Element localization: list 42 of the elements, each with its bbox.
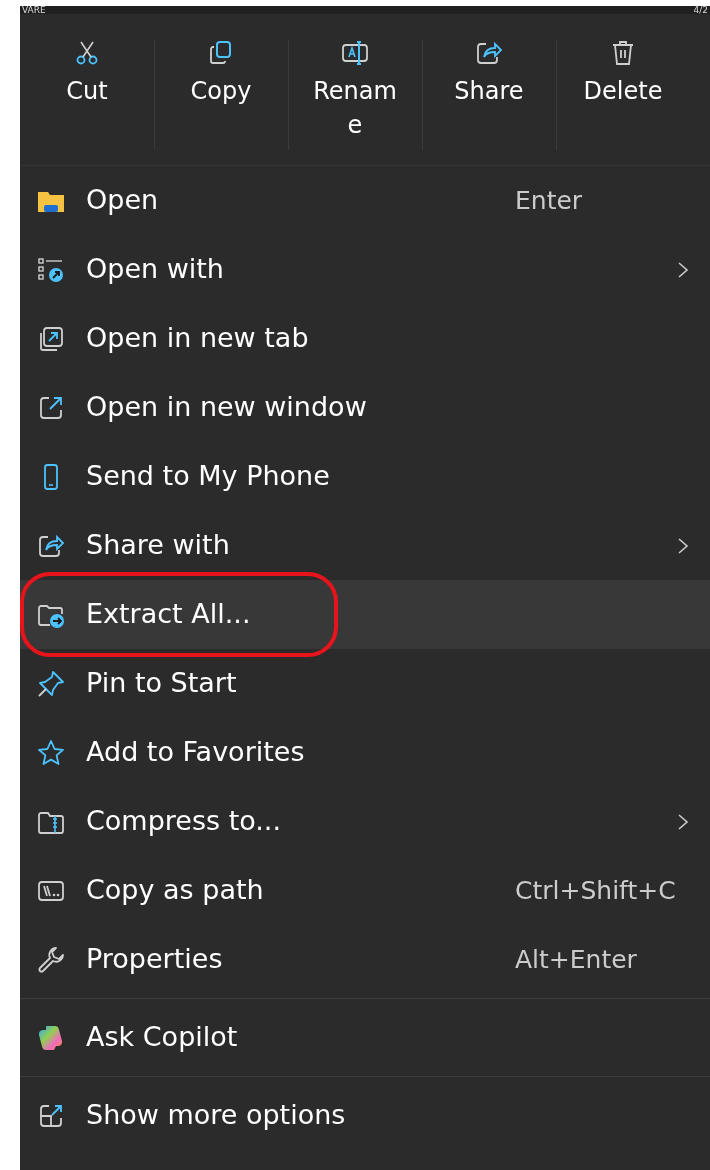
menu-item[interactable]: Send to My Phone xyxy=(20,442,710,511)
shortcut-text: Ctrl+Shift+C xyxy=(515,874,677,907)
menu-item-label: Send to My Phone xyxy=(86,459,331,494)
background-text: 4/2 xyxy=(693,6,708,14)
toolbar-button[interactable]: Cut xyxy=(20,14,154,165)
menu-item-label: Properties xyxy=(86,942,224,977)
menu-item[interactable]: Open Enter xyxy=(20,166,710,235)
menu-item[interactable]: Extract All... xyxy=(20,580,710,649)
menu-item-label: Extract All... xyxy=(86,597,252,632)
menu-item[interactable]: Show more options xyxy=(20,1081,710,1150)
toolbar-button[interactable]: Copy xyxy=(154,14,288,165)
menu-item[interactable]: Pin to Start xyxy=(20,649,710,718)
menu-item-label: Ask Copilot xyxy=(86,1020,239,1055)
menu-item-label: Open with xyxy=(86,252,225,287)
menu-item-label: Compress to... xyxy=(86,804,283,839)
toolbar-button[interactable]: Rename xyxy=(288,14,422,165)
menu-item[interactable]: Open with xyxy=(20,235,710,304)
menu-item[interactable]: Ask Copilot xyxy=(20,1003,710,1072)
rename-icon xyxy=(340,38,370,68)
shortcut-text: Alt+Enter xyxy=(515,943,638,976)
menu-item-label: Open in new tab xyxy=(86,321,310,356)
pin-icon xyxy=(36,668,66,699)
menu-item-label: Open in new window xyxy=(86,390,368,425)
menu-item[interactable]: Compress to... xyxy=(20,787,710,856)
wrench-icon xyxy=(36,944,66,975)
menu-item[interactable]: Properties Alt+Enter xyxy=(20,925,710,994)
menu-item-label: Add to Favorites xyxy=(86,735,306,770)
menu-item-label: Show more options xyxy=(86,1098,347,1133)
menu-item-label: Pin to Start xyxy=(86,666,238,701)
toolbar-button[interactable]: Share xyxy=(422,14,556,165)
menu-item[interactable]: Open in new tab xyxy=(20,304,710,373)
menu-item-label: Open xyxy=(86,183,160,218)
menu-item[interactable]: Add to Favorites xyxy=(20,718,710,787)
background-text: VARE xyxy=(22,6,46,14)
menu-item[interactable]: Share with xyxy=(20,511,710,580)
shortcut-text: Enter xyxy=(515,184,584,217)
star-icon xyxy=(36,737,66,768)
menu-item-label: Copy as path xyxy=(86,873,265,908)
menu-item[interactable]: Copy as path Ctrl+Shift+C xyxy=(20,856,710,925)
toolbar-button[interactable]: Delete xyxy=(556,14,690,165)
menu-item-label: Share with xyxy=(86,528,231,563)
menu-item[interactable]: Open in new window xyxy=(20,373,710,442)
